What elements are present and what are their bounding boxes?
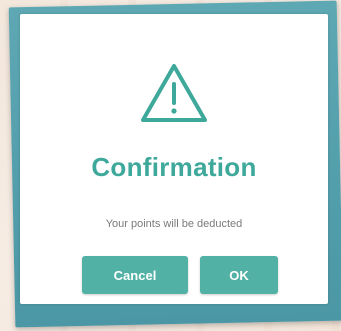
warning-triangle-icon bbox=[139, 62, 209, 124]
dialog-title: Confirmation bbox=[91, 152, 257, 182]
ok-button[interactable]: OK bbox=[200, 256, 278, 294]
cancel-button[interactable]: Cancel bbox=[82, 256, 188, 294]
dialog-message: Your points will be deducted bbox=[105, 218, 243, 230]
confirmation-dialog: Confirmation Your points will be deducte… bbox=[20, 14, 328, 304]
